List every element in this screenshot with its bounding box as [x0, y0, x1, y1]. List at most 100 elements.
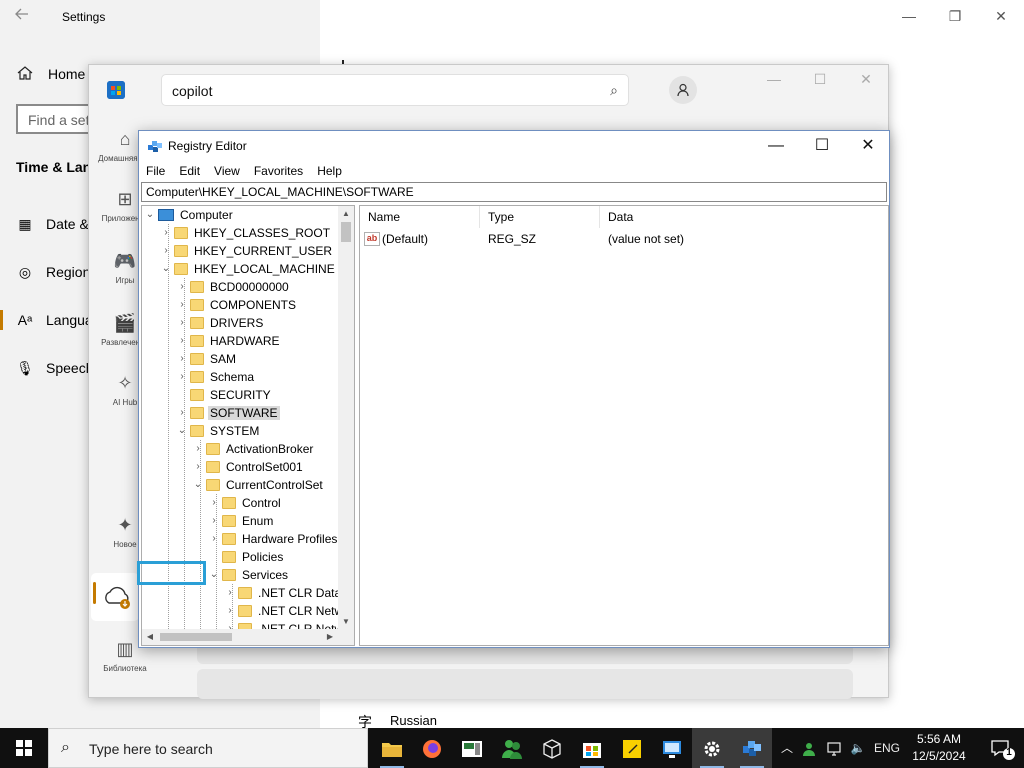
- search-icon[interactable]: ⌕: [610, 82, 618, 99]
- settings-item-language[interactable]: Aᵃ Langua: [16, 312, 93, 328]
- tree-node-currentcontrolset[interactable]: ⌄ CurrentControlSet: [192, 476, 325, 494]
- settings-item-region[interactable]: ◎ Region: [16, 264, 90, 281]
- tree-node-controlset001[interactable]: › ControlSet001: [192, 458, 305, 476]
- store-downloads-tile[interactable]: [91, 573, 139, 621]
- tree-node-control[interactable]: › Control: [208, 494, 283, 512]
- show-hidden-icons-chevron-up-icon[interactable]: ︿: [778, 728, 796, 768]
- scroll-thumb[interactable]: [341, 222, 351, 242]
- notification-center-button[interactable]: 1: [980, 728, 1024, 768]
- tree-node-enum[interactable]: › Enum: [208, 512, 275, 530]
- chevron-right-icon[interactable]: ›: [176, 296, 188, 314]
- tree-node-bcd[interactable]: › BCD00000000: [176, 278, 291, 296]
- chevron-down-icon[interactable]: ⌄: [144, 206, 156, 224]
- tree-node-hkcr[interactable]: › HKEY_CLASSES_ROOT: [160, 224, 332, 242]
- chevron-right-icon[interactable]: ›: [176, 350, 188, 368]
- volume-icon[interactable]: 🔈: [848, 728, 868, 768]
- chevron-down-icon[interactable]: ⌄: [160, 260, 172, 278]
- chevron-right-icon[interactable]: ›: [192, 458, 204, 476]
- store-close-button[interactable]: ✕: [843, 71, 889, 95]
- media-player-icon[interactable]: [452, 728, 492, 768]
- store-icon[interactable]: [572, 728, 612, 768]
- scroll-down-icon[interactable]: ▼: [338, 614, 354, 630]
- tree-node-policies[interactable]: Policies: [208, 548, 285, 566]
- menu-view[interactable]: View: [207, 161, 247, 181]
- taskbar-search-box[interactable]: ⌕ Type here to search: [48, 728, 368, 768]
- tree-node-activationbroker[interactable]: › ActivationBroker: [192, 440, 315, 458]
- file-explorer-icon[interactable]: [372, 728, 412, 768]
- tree-node-sam[interactable]: › SAM: [176, 350, 238, 368]
- minimize-button[interactable]: —: [753, 131, 799, 161]
- settings-icon[interactable]: [692, 728, 732, 768]
- chevron-right-icon[interactable]: ›: [224, 584, 236, 602]
- chevron-right-icon[interactable]: ›: [176, 368, 188, 386]
- column-header-name[interactable]: Name: [360, 206, 480, 228]
- firefox-icon[interactable]: [412, 728, 452, 768]
- registry-values-list[interactable]: Name Type Data ab (Default) REG_SZ (value…: [359, 205, 889, 646]
- maximize-button[interactable]: ☐: [799, 131, 845, 161]
- close-button[interactable]: ✕: [845, 131, 891, 161]
- chevron-right-icon[interactable]: ›: [224, 602, 236, 620]
- scroll-up-icon[interactable]: ▲: [338, 206, 354, 222]
- chevron-right-icon[interactable]: ›: [160, 242, 172, 260]
- settings-home-link[interactable]: Home: [48, 66, 85, 82]
- menu-file[interactable]: File: [139, 161, 172, 181]
- restore-button[interactable]: ❐: [932, 0, 978, 32]
- tree-horizontal-scrollbar[interactable]: ◀ ▶: [142, 629, 354, 645]
- remote-desktop-icon[interactable]: [652, 728, 692, 768]
- store-search-input[interactable]: copilot ⌕: [161, 74, 629, 106]
- column-header-data[interactable]: Data: [600, 206, 888, 228]
- chevron-right-icon[interactable]: ›: [176, 332, 188, 350]
- tree-node-drivers[interactable]: › DRIVERS: [176, 314, 265, 332]
- registry-editor-icon[interactable]: [732, 728, 772, 768]
- tree-vertical-scrollbar[interactable]: ▲ ▼: [338, 206, 354, 630]
- minimize-button[interactable]: —: [886, 0, 932, 32]
- store-maximize-button[interactable]: ☐: [797, 71, 843, 95]
- menu-edit[interactable]: Edit: [172, 161, 207, 181]
- start-button[interactable]: [0, 728, 48, 768]
- address-bar[interactable]: Computer\HKEY_LOCAL_MACHINE\SOFTWARE: [141, 182, 887, 202]
- settings-item-speech[interactable]: 🎙 Speech: [16, 360, 93, 377]
- tree-node-software[interactable]: › SOFTWARE: [176, 404, 280, 422]
- table-row[interactable]: ab (Default) REG_SZ (value not set): [360, 230, 888, 248]
- people-tray-icon[interactable]: [800, 728, 822, 768]
- chevron-right-icon[interactable]: ›: [192, 440, 204, 458]
- menu-help[interactable]: Help: [310, 161, 349, 181]
- tree-node-schema[interactable]: › Schema: [176, 368, 256, 386]
- tree-node-hardware[interactable]: › HARDWARE: [176, 332, 282, 350]
- tree-node-hklm[interactable]: ⌄ HKEY_LOCAL_MACHINE: [160, 260, 337, 278]
- chevron-down-icon[interactable]: ⌄: [192, 476, 204, 494]
- language-list-item[interactable]: Russian: [390, 713, 437, 728]
- back-arrow-icon[interactable]: [14, 6, 34, 26]
- title-bar[interactable]: Registry Editor — ☐ ✕: [139, 131, 889, 161]
- tree-node-computer[interactable]: ⌄ Computer: [144, 206, 235, 224]
- tree-node-hkcu[interactable]: › HKEY_CURRENT_USER: [160, 242, 334, 260]
- scroll-right-icon[interactable]: ▶: [322, 629, 338, 645]
- avatar[interactable]: [669, 76, 697, 104]
- chevron-right-icon[interactable]: ›: [176, 314, 188, 332]
- chevron-right-icon[interactable]: ›: [160, 224, 172, 242]
- chevron-down-icon[interactable]: ⌄: [176, 422, 188, 440]
- menu-favorites[interactable]: Favorites: [247, 161, 310, 181]
- tree-node-hardware-profiles[interactable]: › Hardware Profiles: [208, 530, 339, 548]
- scroll-thumb[interactable]: [160, 633, 232, 641]
- input-language-indicator[interactable]: ENG: [872, 728, 902, 768]
- close-button[interactable]: ✕: [978, 0, 1024, 32]
- column-header-type[interactable]: Type: [480, 206, 600, 228]
- tree-node-components[interactable]: › COMPONENTS: [176, 296, 298, 314]
- store-minimize-button[interactable]: —: [751, 71, 797, 95]
- tree-node-security[interactable]: SECURITY: [176, 386, 273, 404]
- chevron-down-icon[interactable]: ⌄: [208, 566, 220, 584]
- tree-node-netclr-networking[interactable]: › .NET CLR Netw: [224, 602, 345, 620]
- chevron-right-icon[interactable]: ›: [208, 494, 220, 512]
- tree-node-services[interactable]: ⌄ Services: [208, 566, 290, 584]
- sticky-notes-icon[interactable]: [612, 728, 652, 768]
- tree-node-system[interactable]: ⌄ SYSTEM: [176, 422, 261, 440]
- chevron-right-icon[interactable]: ›: [176, 404, 188, 422]
- chevron-right-icon[interactable]: ›: [208, 512, 220, 530]
- scroll-left-icon[interactable]: ◀: [142, 629, 158, 645]
- settings-item-date[interactable]: ▦ Date &: [16, 216, 88, 233]
- chevron-right-icon[interactable]: ›: [176, 278, 188, 296]
- network-icon[interactable]: [824, 728, 846, 768]
- chevron-right-icon[interactable]: ›: [208, 530, 220, 548]
- package-icon[interactable]: [532, 728, 572, 768]
